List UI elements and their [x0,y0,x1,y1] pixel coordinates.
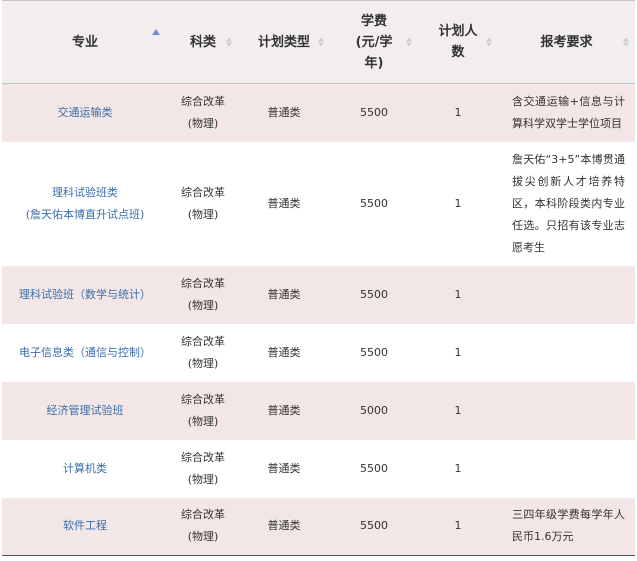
plan-count-cell: 1 [454,287,462,301]
requirements-cell: 三四年级学费每学年人民币1.6万元 [512,508,625,544]
table-row: 交通运输类 综合改革 (物理) 普通类 5500 1 含交通运输+信息与计算科学双… [2,83,635,142]
subject-cell: 综合改革 (物理) [181,276,225,312]
subject-cell: 综合改革 (物理) [181,94,225,130]
requirements-cell [498,440,635,498]
column-header-label: 计划人 数 [438,24,478,60]
column-header-label: 计划类型 [257,34,310,50]
major-cell: 理科试验班类 (詹天佑本博直升试点班) [25,185,145,221]
sort-icon[interactable] [406,37,412,47]
tuition-cell: 5500 [360,287,388,301]
tuition-cell: 5500 [360,519,388,533]
admission-plan-table: 专业 科类 计划类型 学费 (元/学 年) 计划人 数 报考要求 交通运输类 综… [2,0,635,556]
plan-count-cell: 1 [454,105,462,119]
tuition-cell: 5000 [360,403,388,417]
admission-plan-table-container: 专业 科类 计划类型 学费 (元/学 年) 计划人 数 报考要求 交通运输类 综… [2,0,635,556]
sort-icon[interactable] [623,37,629,47]
column-header-major[interactable]: 专业 [2,1,168,84]
plan-type-cell: 普通类 [267,105,301,119]
subject-cell: 综合改革 (物理) [181,334,225,370]
requirements-cell [498,266,635,324]
plan-count-cell: 1 [454,519,462,533]
plan-type-cell: 普通类 [267,287,301,301]
table-row: 电子信息类（通信与控制） 综合改革 (物理) 普通类 5500 1 [2,323,635,382]
column-header-plan-count[interactable]: 计划人 数 [418,1,498,84]
column-header-label: 科类 [189,34,216,50]
subject-cell: 综合改革 (物理) [181,185,225,221]
plan-type-cell: 普通类 [267,403,301,417]
tuition-cell: 5500 [360,196,388,210]
major-cell: 电子信息类（通信与控制） [19,345,151,359]
requirements-cell: 詹天佑“3+5”本博贯通拔尖创新人才培养特区，本科阶段类内专业任选。只招有该专业… [512,152,625,254]
sort-icon[interactable] [318,37,324,47]
sort-ascending-icon[interactable] [152,29,160,36]
major-cell: 交通运输类 [57,105,113,119]
plan-count-cell: 1 [454,403,462,417]
column-header-label: 专业 [71,34,98,50]
plan-type-cell: 普通类 [267,345,301,359]
subject-cell: 综合改革 (物理) [181,450,225,486]
subject-cell: 综合改革 (物理) [181,508,225,544]
tuition-cell: 5500 [360,345,388,359]
plan-count-cell: 1 [454,461,462,475]
column-header-requirements[interactable]: 报考要求 [498,1,635,84]
column-header-label: 学费 (元/学 年) [355,13,393,71]
table-header-row: 专业 科类 计划类型 学费 (元/学 年) 计划人 数 报考要求 [2,0,635,84]
requirements-cell [498,382,635,440]
requirements-cell: 含交通运输+信息与计算科学双学士学位项目 [512,94,625,130]
plan-type-cell: 普通类 [267,196,301,210]
sort-icon[interactable] [226,37,232,47]
table-row: 软件工程 综合改革 (物理) 普通类 5500 1 三四年级学费每学年人民币1.6… [2,497,635,556]
table-row: 计算机类 综合改革 (物理) 普通类 5500 1 [2,439,635,498]
requirements-cell [498,324,635,382]
major-cell: 计算机类 [63,461,107,475]
major-cell: 经济管理试验班 [46,403,124,417]
table-row: 理科试验班（数学与统计） 综合改革 (物理) 普通类 5500 1 [2,265,635,324]
major-cell: 理科试验班（数学与统计） [19,287,151,301]
plan-count-cell: 1 [454,196,462,210]
sort-icon[interactable] [486,37,492,47]
plan-count-cell: 1 [454,345,462,359]
column-header-plan-type[interactable]: 计划类型 [238,1,330,84]
tuition-cell: 5500 [360,461,388,475]
plan-type-cell: 普通类 [267,519,301,533]
column-header-tuition[interactable]: 学费 (元/学 年) [330,1,418,84]
table-row: 理科试验班类 (詹天佑本博直升试点班) 综合改革 (物理) 普通类 5500 1 詹… [2,141,635,266]
major-cell: 软件工程 [63,519,107,533]
table-row: 经济管理试验班 综合改革 (物理) 普通类 5000 1 [2,381,635,440]
subject-cell: 综合改革 (物理) [181,392,225,428]
tuition-cell: 5500 [360,105,388,119]
column-header-label: 报考要求 [540,34,593,50]
column-header-subject[interactable]: 科类 [168,1,238,84]
plan-type-cell: 普通类 [267,461,301,475]
